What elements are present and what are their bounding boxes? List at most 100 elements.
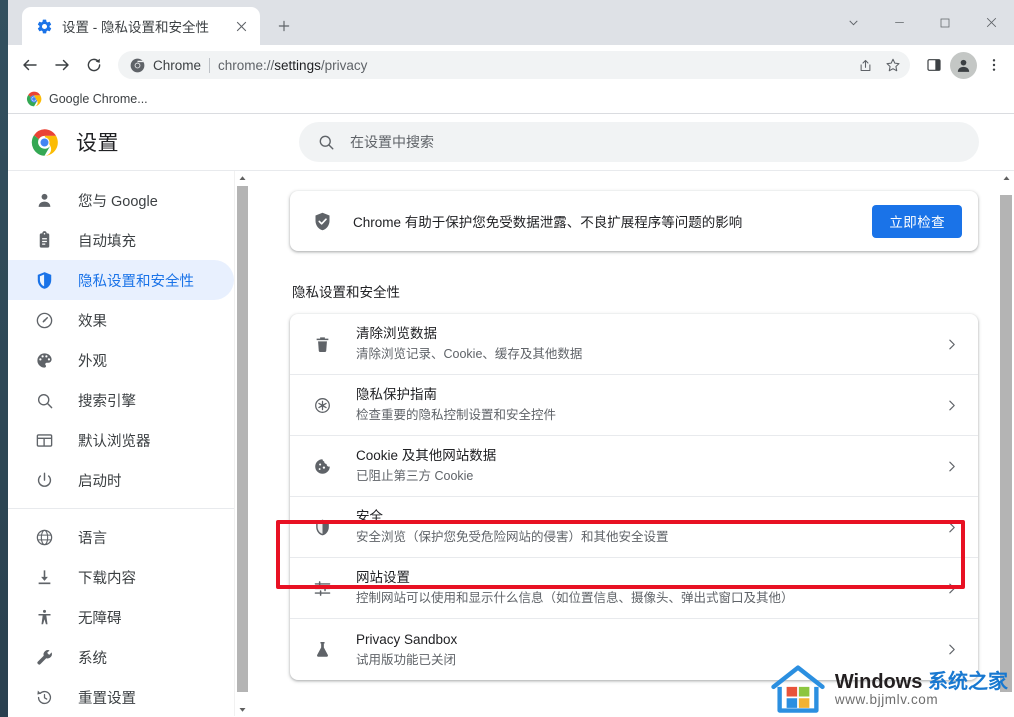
sidebar-scroll-thumb[interactable] [237,186,248,692]
sidebar-item-performance[interactable]: 效果 [8,300,234,340]
scroll-down-arrow-icon[interactable] [235,702,248,716]
profile-avatar[interactable] [950,51,977,79]
scroll-up-arrow-icon[interactable] [999,171,1013,185]
chrome-logo-icon [30,128,59,157]
maximize-icon[interactable] [922,0,968,45]
list-item-subtitle: 已阻止第三方 Cookie [356,469,474,483]
main-scrollbar[interactable] [998,171,1014,716]
tab-strip: 设置 - 隐私设置和安全性 [8,0,1014,45]
list-item-site-settings[interactable]: 网站设置 控制网站可以使用和显示什么信息（如位置信息、摄像头、弹出式窗口及其他） [290,558,978,619]
forward-arrow-icon[interactable] [46,50,77,81]
list-item-subtitle: 控制网站可以使用和显示什么信息（如位置信息、摄像头、弹出式窗口及其他） [356,591,794,605]
back-arrow-icon[interactable] [14,50,45,81]
sidebar-item-label: 隐私设置和安全性 [78,273,194,290]
list-item-text: Cookie 及其他网站数据 已阻止第三方 Cookie [356,446,918,486]
chrome-icon [130,58,145,73]
list-item-title: Privacy Sandbox [356,631,458,647]
browser-window: 设置 - 隐私设置和安全性 Chrome chrome://settings/p… [8,0,1014,717]
sidebar-item-label: 系统 [78,650,107,667]
sidebar-item-label: 语言 [78,530,107,547]
browser-tab-settings[interactable]: 设置 - 隐私设置和安全性 [22,7,260,45]
sidebar-item-autofill[interactable]: 自动填充 [8,220,234,260]
trash-icon [312,334,332,354]
list-item-title: Cookie 及其他网站数据 [356,448,497,463]
sidebar-item-label: 默认浏览器 [78,433,151,450]
wrench-icon [34,647,54,667]
main-scroll-thumb[interactable] [1000,195,1012,692]
chevron-right-icon [942,399,960,412]
list-item-title: 网站设置 [356,570,410,585]
accessibility-icon [34,607,54,627]
omnibox-chip-label: Chrome [153,57,202,73]
sidebar-item-system[interactable]: 系统 [8,637,234,677]
chevron-right-icon [942,338,960,351]
chrome-icon [26,91,42,107]
minimize-icon[interactable] [876,0,922,45]
watermark: Windows 系统之家 www.bjjmlv.com [770,664,1008,715]
settings-page: 设置 在设置中搜索 您与 Google 自动填充 隐私设置和安全性 效果 外观 … [8,114,1014,716]
cookie-icon [312,456,332,476]
list-item-title: 隐私保护指南 [356,387,437,402]
history-restore-icon [34,687,54,707]
settings-sidebar: 您与 Google 自动填充 隐私设置和安全性 效果 外观 搜索引擎 默认浏览器… [8,171,248,716]
close-icon[interactable] [230,15,252,37]
settings-main-content: Chrome 有助于保护您免受数据泄露、不良扩展程序等问题的影响 立即检查 隐私… [248,171,1014,716]
gear-icon [36,18,53,35]
privacy-settings-list: 清除浏览数据 清除浏览记录、Cookie、缓存及其他数据 隐私保护指南 检查重要… [290,314,978,680]
download-icon [34,567,54,587]
chevron-right-icon [942,582,960,595]
sidebar-item-appearance[interactable]: 外观 [8,340,234,380]
close-icon[interactable] [968,0,1014,45]
list-item-text: 清除浏览数据 清除浏览记录、Cookie、缓存及其他数据 [356,324,918,364]
search-icon [34,390,54,410]
settings-search[interactable] [299,122,979,162]
watermark-url: www.bjjmlv.com [834,691,939,707]
sidebar-item-downloads[interactable]: 下载内容 [8,557,234,597]
page-title: 设置 [76,132,119,155]
list-item-cookies[interactable]: Cookie 及其他网站数据 已阻止第三方 Cookie [290,436,978,497]
url-prefix: chrome:// [218,57,275,73]
sidebar-item-search-engine[interactable]: 搜索引擎 [8,380,234,420]
tune-sliders-icon [312,578,332,598]
sidebar-item-privacy-and-security[interactable]: 隐私设置和安全性 [8,260,234,300]
address-bar[interactable]: Chrome chrome://settings/privacy [118,51,910,79]
sidebar-item-you-and-google[interactable]: 您与 Google [8,180,234,220]
shield-icon [34,270,54,290]
safety-check-card: Chrome 有助于保护您免受数据泄露、不良扩展程序等问题的影响 立即检查 [290,191,978,251]
list-item-clear-browsing-data[interactable]: 清除浏览数据 清除浏览记录、Cookie、缓存及其他数据 [290,314,978,375]
person-icon [34,190,54,210]
speedometer-icon [34,310,54,330]
chevron-down-icon[interactable] [830,0,876,45]
desktop-background: 设置 - 隐私设置和安全性 Chrome chrome://settings/p… [0,0,1014,717]
sidebar-scrollbar[interactable] [234,171,248,716]
search-input[interactable] [350,122,979,162]
list-item-subtitle: 安全浏览（保护您免受危险网站的侵害）和其他安全设置 [356,530,669,544]
list-item-text: 隐私保护指南 检查重要的隐私控制设置和安全控件 [356,385,918,425]
run-safety-check-button[interactable]: 立即检查 [872,204,962,238]
share-icon[interactable] [852,52,878,78]
sidebar-item-default-browser[interactable]: 默认浏览器 [8,420,234,460]
list-item-privacy-guide[interactable]: 隐私保护指南 检查重要的隐私控制设置和安全控件 [290,375,978,436]
watermark-text: Windows 系统之家 www.bjjmlv.com [834,671,1008,707]
omnibox-separator [209,57,211,73]
settings-header: 设置 [8,114,1014,170]
reload-icon[interactable] [78,50,109,81]
new-tab-button[interactable] [269,11,299,41]
bookmark-item-google-chrome[interactable]: Google Chrome... [20,88,154,110]
scroll-up-arrow-icon[interactable] [235,171,248,185]
list-item-security[interactable]: 安全 安全浏览（保护您免受危险网站的侵害）和其他安全设置 [290,497,978,558]
sidebar-item-label: 效果 [78,313,107,330]
sidebar-item-accessibility[interactable]: 无障碍 [8,597,234,637]
shield-icon [312,517,332,537]
three-dot-menu-icon[interactable] [978,50,1009,81]
list-item-text: 安全 安全浏览（保护您免受危险网站的侵害）和其他安全设置 [356,507,918,547]
sidebar-item-label: 您与 Google [78,193,158,210]
sidebar-item-on-startup[interactable]: 启动时 [8,460,234,500]
list-item-subtitle: 检查重要的隐私控制设置和安全控件 [356,408,557,422]
flask-icon [312,640,332,660]
side-panel-icon[interactable] [918,50,949,81]
star-icon[interactable] [880,52,906,78]
sidebar-item-languages[interactable]: 语言 [8,517,234,557]
watermark-brand: Windows 系统之家 [835,671,1008,693]
sidebar-item-reset-settings[interactable]: 重置设置 [8,677,234,716]
